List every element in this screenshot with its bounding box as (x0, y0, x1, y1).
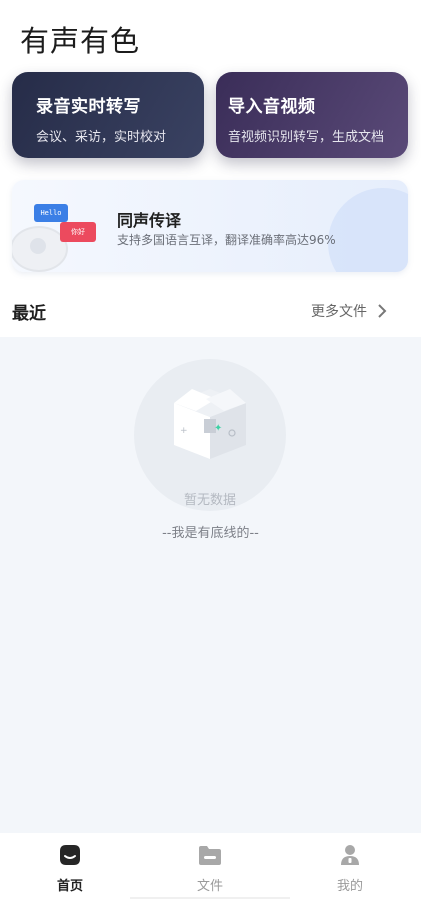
recent-files-list: ✦ + 暂无数据 --我是有底线的-- (0, 337, 421, 833)
record-card-title: 录音实时转写 (36, 97, 141, 117)
tab-mine[interactable]: 我的 (310, 843, 390, 894)
hello-bubble-icon: Hello (34, 204, 68, 222)
simultaneous-interpretation-banner[interactable]: Hello 你好 同声传译 支持多国语言互译，翻译准确率高达96% (12, 180, 408, 272)
empty-box-icon: ✦ + (174, 389, 246, 459)
bottom-tab-bar: 首页 文件 我的 (0, 833, 421, 899)
banner-decoration (328, 188, 408, 272)
more-files-link[interactable]: 更多文件 (311, 301, 387, 321)
list-end-text: --我是有底线的-- (162, 526, 259, 541)
chevron-right-icon (378, 304, 387, 318)
user-icon (341, 845, 359, 865)
recent-section-title: 最近 (12, 304, 46, 324)
tab-files-label: 文件 (196, 879, 223, 894)
import-media-card[interactable]: 导入音视频 音视频识别转写，生成文档 (216, 72, 408, 158)
empty-state-text: 暂无数据 (183, 493, 236, 508)
tab-files[interactable]: 文件 (170, 843, 250, 894)
home-icon (60, 845, 80, 865)
folder-icon (199, 846, 221, 865)
empty-state: ✦ + 暂无数据 (134, 359, 286, 511)
tab-home-label: 首页 (56, 879, 83, 894)
banner-title: 同声传译 (117, 211, 182, 230)
more-files-label: 更多文件 (311, 304, 367, 320)
banner-subtitle: 支持多国语言互译，翻译准确率高达96% (117, 233, 336, 247)
import-card-title: 导入音视频 (228, 97, 316, 117)
svg-text:✦: ✦ (214, 423, 222, 434)
record-card-subtitle: 会议、采访，实时校对 (36, 130, 167, 145)
tab-home[interactable]: 首页 (30, 843, 110, 894)
import-card-subtitle: 音视频识别转写，生成文档 (228, 130, 385, 145)
tab-mine-label: 我的 (336, 879, 363, 894)
svg-text:+: + (180, 426, 188, 436)
record-transcribe-card[interactable]: 录音实时转写 会议、采访，实时校对 (12, 72, 204, 158)
nihao-bubble-icon: 你好 (60, 222, 96, 242)
app-title: 有声有色 (20, 24, 141, 58)
